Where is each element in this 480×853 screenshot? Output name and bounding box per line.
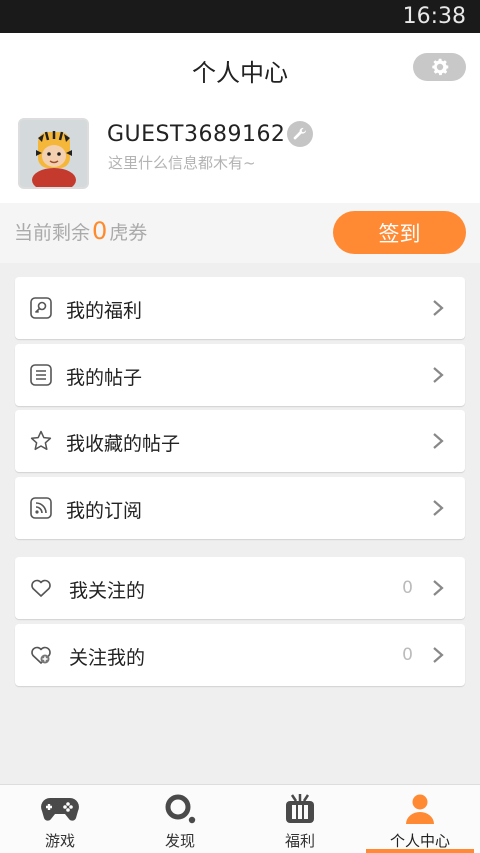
avatar-image (20, 120, 87, 187)
rss-icon (30, 497, 52, 519)
profile-section: GUEST3689162 这里什么信息都木有~ (0, 103, 480, 203)
active-tab-indicator (366, 849, 474, 853)
header: 个人中心 (0, 33, 480, 103)
followers-count: 0 (402, 645, 413, 665)
bottom-tab-bar: 游戏 发现 福利 个人中心 (0, 784, 480, 853)
signin-button[interactable]: 签到 (333, 211, 466, 254)
menu-item-followers[interactable]: 关注我的 0 (15, 624, 465, 686)
tab-label: 福利 (284, 832, 315, 850)
menu-item-label: 我的订阅 (66, 500, 143, 522)
settings-button[interactable] (413, 53, 466, 81)
menu-item-favorite-posts[interactable]: 我收藏的帖子 (15, 410, 465, 472)
tab-label: 个人中心 (389, 832, 450, 850)
menu-item-label: 我的帖子 (66, 367, 143, 389)
edit-profile-button[interactable] (287, 121, 314, 147)
coupon-balance: 当前剩余 0 虎券 (14, 217, 147, 245)
coupon-bar: 当前剩余 0 虎券 签到 (0, 203, 480, 263)
chevron-right-icon (433, 580, 444, 596)
status-bar: 16:38 (0, 0, 480, 33)
heart-icon (31, 579, 51, 597)
profile-bio: 这里什么信息都木有~ (108, 154, 256, 172)
status-time: 16:38 (402, 4, 466, 29)
menu-item-label: 我的福利 (66, 300, 143, 322)
person-icon (406, 794, 434, 824)
tab-label: 发现 (164, 832, 195, 850)
star-icon (30, 430, 52, 451)
tab-games[interactable]: 游戏 (0, 785, 120, 853)
tab-label: 游戏 (44, 832, 75, 850)
gamepad-icon (41, 798, 79, 821)
avatar[interactable] (18, 118, 89, 189)
chevron-right-icon (433, 647, 444, 663)
wrench-icon (294, 127, 307, 140)
chevron-right-icon (433, 500, 444, 516)
page-title: 个人中心 (192, 59, 288, 87)
coupon-count: 0 (92, 217, 108, 245)
menu-item-following[interactable]: 我关注的 0 (15, 557, 465, 619)
heart-plus-icon (31, 646, 51, 664)
chevron-right-icon (433, 300, 444, 316)
search-icon (165, 794, 196, 824)
gear-icon (431, 58, 449, 76)
menu-item-label: 关注我的 (69, 647, 146, 669)
chevron-right-icon (433, 367, 444, 383)
menu-item-label: 我收藏的帖子 (66, 433, 181, 455)
coupon-prefix: 当前剩余 (14, 222, 91, 244)
following-count: 0 (402, 578, 413, 598)
list-icon (30, 364, 52, 386)
menu-item-label: 我关注的 (69, 580, 146, 602)
username: GUEST3689162 (107, 121, 314, 147)
menu-item-my-subscriptions[interactable]: 我的订阅 (15, 477, 465, 539)
tab-profile[interactable]: 个人中心 (360, 785, 480, 853)
username-text: GUEST3689162 (107, 121, 286, 147)
menu-item-my-posts[interactable]: 我的帖子 (15, 344, 465, 406)
gift-icon (286, 794, 314, 823)
chevron-right-icon (433, 433, 444, 449)
tab-discover[interactable]: 发现 (120, 785, 240, 853)
key-icon (30, 297, 52, 319)
menu-item-my-benefits[interactable]: 我的福利 (15, 277, 465, 339)
tab-benefits[interactable]: 福利 (240, 785, 360, 853)
coupon-unit: 虎券 (109, 222, 148, 244)
